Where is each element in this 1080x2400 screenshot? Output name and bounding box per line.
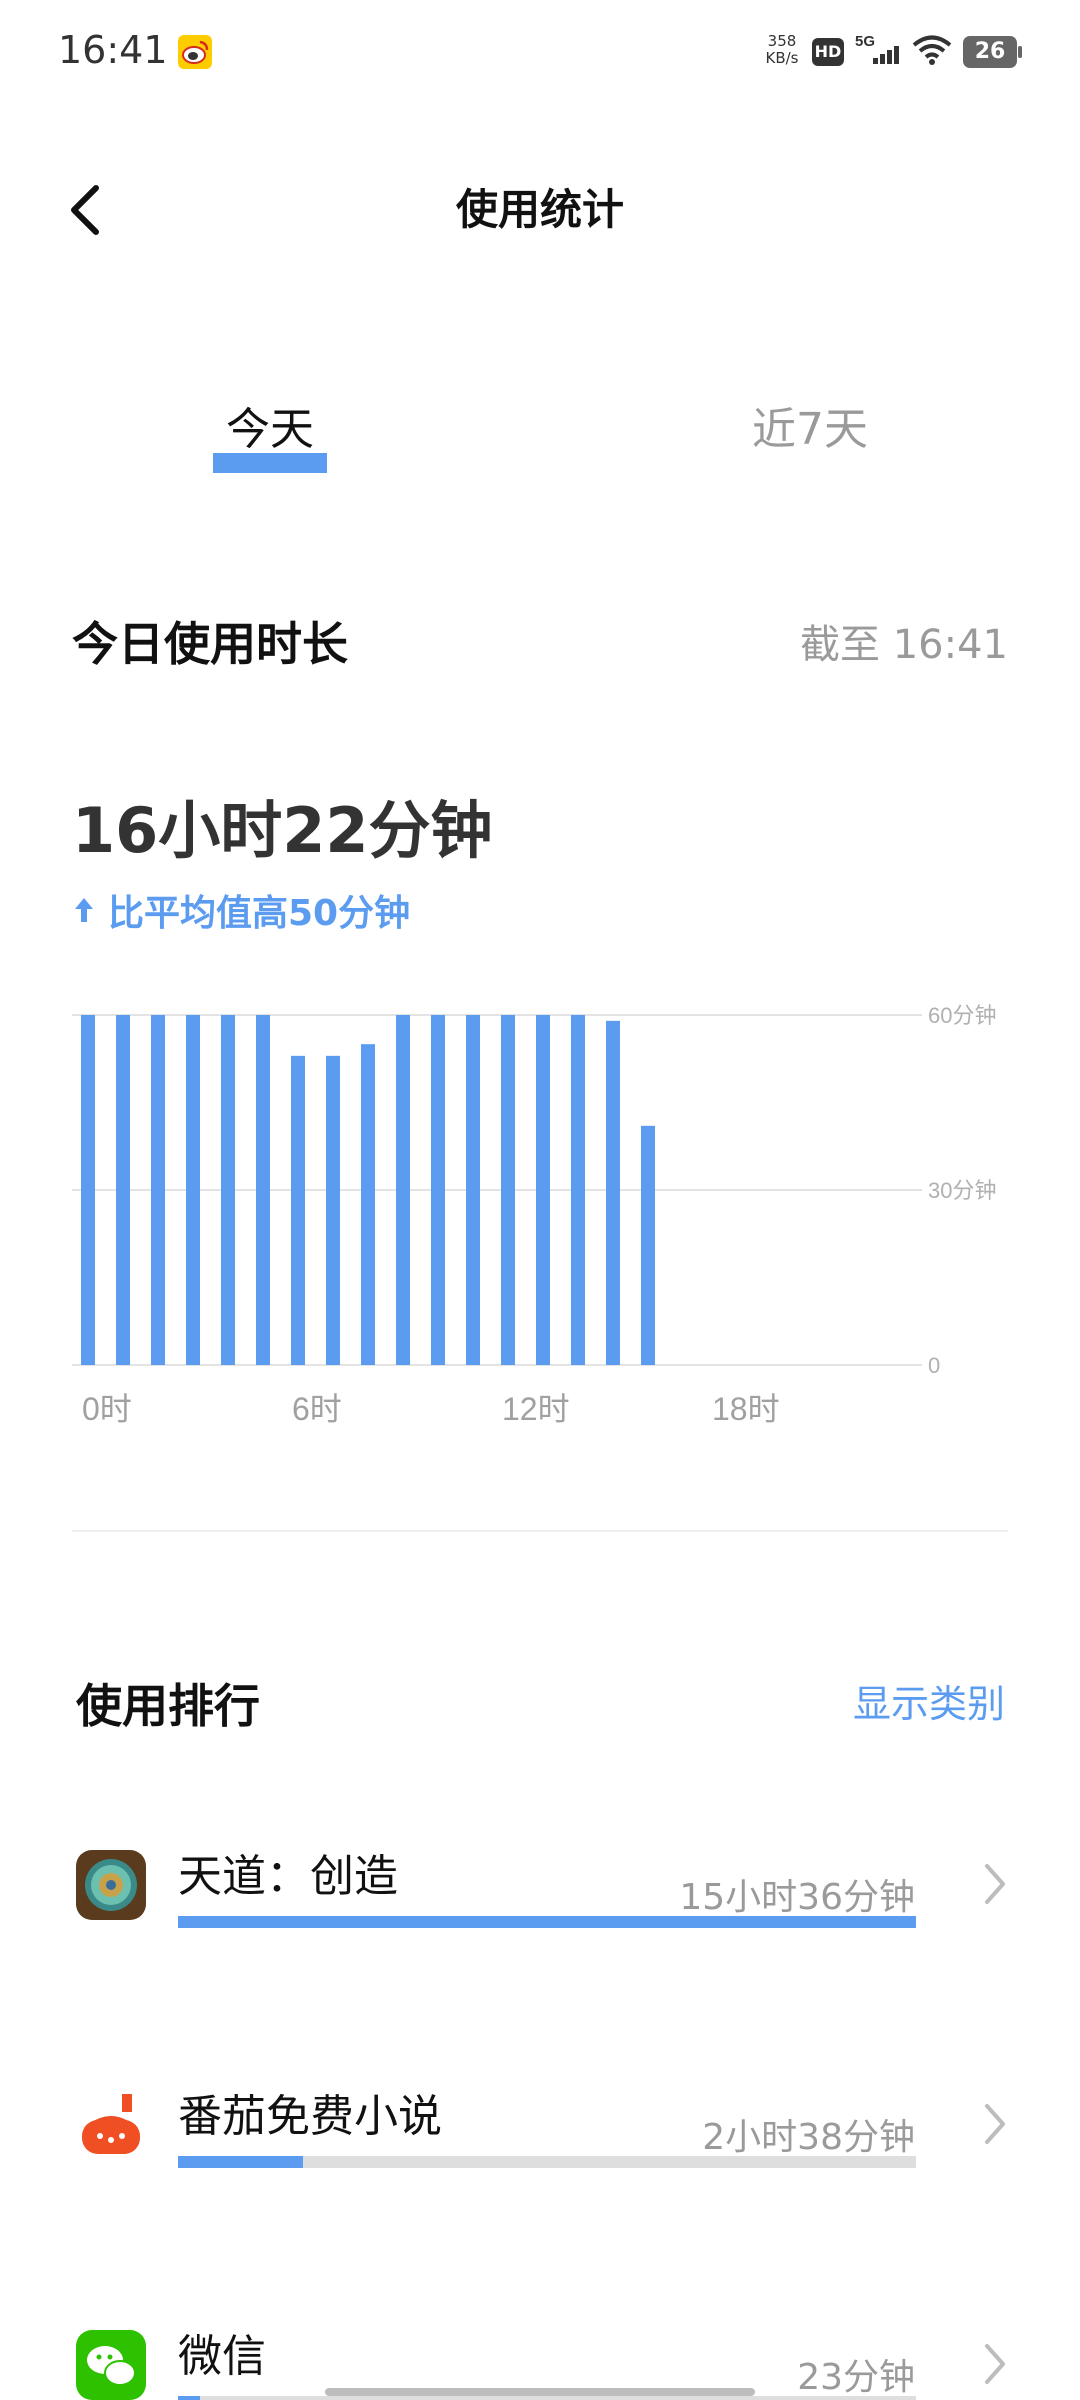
chevron-left-icon	[71, 185, 99, 235]
y-tick-label: 0	[928, 1353, 940, 1378]
x-tick-label: 12时	[502, 1391, 570, 1427]
battery-level: 26	[974, 39, 1006, 64]
usage-section-title: 今日使用时长	[72, 617, 348, 671]
app-name: 天道：创造	[178, 1851, 398, 1902]
app-usage-bar	[178, 2396, 916, 2400]
chart-bar-hour-15	[606, 1020, 620, 1365]
app-name: 微信	[178, 2331, 266, 2382]
network-speed: 358 KB/s	[765, 32, 799, 67]
chevron-right-icon	[985, 1864, 1005, 1904]
x-tick-label: 0时	[82, 1391, 132, 1427]
chart-bar-hour-0	[81, 1015, 95, 1365]
app-duration: 15小时36分钟	[679, 1877, 915, 1918]
average-comparison-text: 比平均值高50分钟	[108, 893, 411, 934]
hourly-usage-chart: 60分钟 30分钟 0 0时 6时 12时 18时	[72, 1003, 996, 1427]
tomato-novel-icon	[76, 2090, 146, 2160]
chart-bar-hour-14	[571, 1015, 585, 1365]
app-usage-bar	[178, 2156, 916, 2168]
app-duration: 2小时38分钟	[702, 2117, 915, 2158]
show-category-button[interactable]: 显示类别	[853, 1673, 1005, 1728]
app-usage-bar	[178, 1916, 916, 1928]
as-of-time: 截至 16:41	[800, 622, 1008, 668]
chart-bar-hour-11	[466, 1015, 480, 1365]
chart-bar-hour-2	[151, 1015, 165, 1365]
back-button[interactable]	[60, 180, 120, 240]
total-usage-duration: 16小时22分钟	[72, 794, 493, 867]
app-name: 番茄免费小说	[178, 2091, 442, 2142]
chart-bar-hour-8	[361, 1044, 375, 1365]
tab-last-7-days[interactable]: 近7天	[730, 395, 890, 465]
section-divider	[72, 1530, 1008, 1532]
chart-bar-hour-10	[431, 1015, 445, 1365]
chart-bar-hour-16	[641, 1125, 655, 1365]
usage-ranking-title: 使用排行	[76, 1679, 260, 1733]
signal-5g-icon: 5G	[855, 33, 899, 64]
chart-bar-hour-1	[116, 1015, 130, 1365]
app-row-tomato-novel[interactable]: 番茄免费小说 2小时38分钟	[0, 2090, 1080, 2230]
home-indicator[interactable]	[325, 2388, 755, 2396]
chart-bar-hour-7	[326, 1055, 340, 1365]
chart-bar-hour-5	[256, 1015, 270, 1365]
average-comparison: 比平均值高50分钟	[72, 885, 410, 935]
y-tick-label: 60分钟	[928, 1003, 996, 1028]
app-usage-bar-fill	[178, 2396, 201, 2400]
chart-bar-hour-13	[536, 1015, 550, 1365]
weibo-icon	[178, 35, 212, 69]
status-time: 16:41	[58, 28, 168, 72]
chart-bar-hour-4	[221, 1015, 235, 1365]
wifi-icon	[912, 35, 952, 65]
app-usage-bar-fill	[178, 2156, 304, 2168]
chevron-right-icon	[985, 2104, 1005, 2144]
arrow-up-icon	[75, 898, 93, 922]
hd-badge: HD	[812, 38, 844, 66]
app-duration: 23分钟	[797, 2357, 915, 2398]
chevron-right-icon	[985, 2344, 1005, 2384]
svg-text:5G: 5G	[855, 33, 875, 50]
chart-bar-hour-3	[186, 1015, 200, 1365]
y-tick-label: 30分钟	[928, 1178, 996, 1203]
tiandao-app-icon	[76, 1850, 146, 1920]
x-tick-label: 6时	[292, 1391, 342, 1427]
app-usage-bar-fill	[178, 1916, 916, 1928]
x-tick-label: 18时	[712, 1391, 780, 1427]
chart-bar-hour-12	[501, 1015, 515, 1365]
page-title: 使用统计	[440, 180, 640, 248]
chart-bar-hour-6	[291, 1055, 305, 1365]
wechat-icon	[76, 2330, 146, 2400]
chart-bar-hour-9	[396, 1015, 410, 1365]
app-row-tiandao[interactable]: 天道：创造 15小时36分钟	[0, 1850, 1080, 1990]
tab-active-indicator	[213, 453, 327, 473]
status-bar: 16:41 358 KB/s HD 5G 26	[0, 0, 1080, 105]
